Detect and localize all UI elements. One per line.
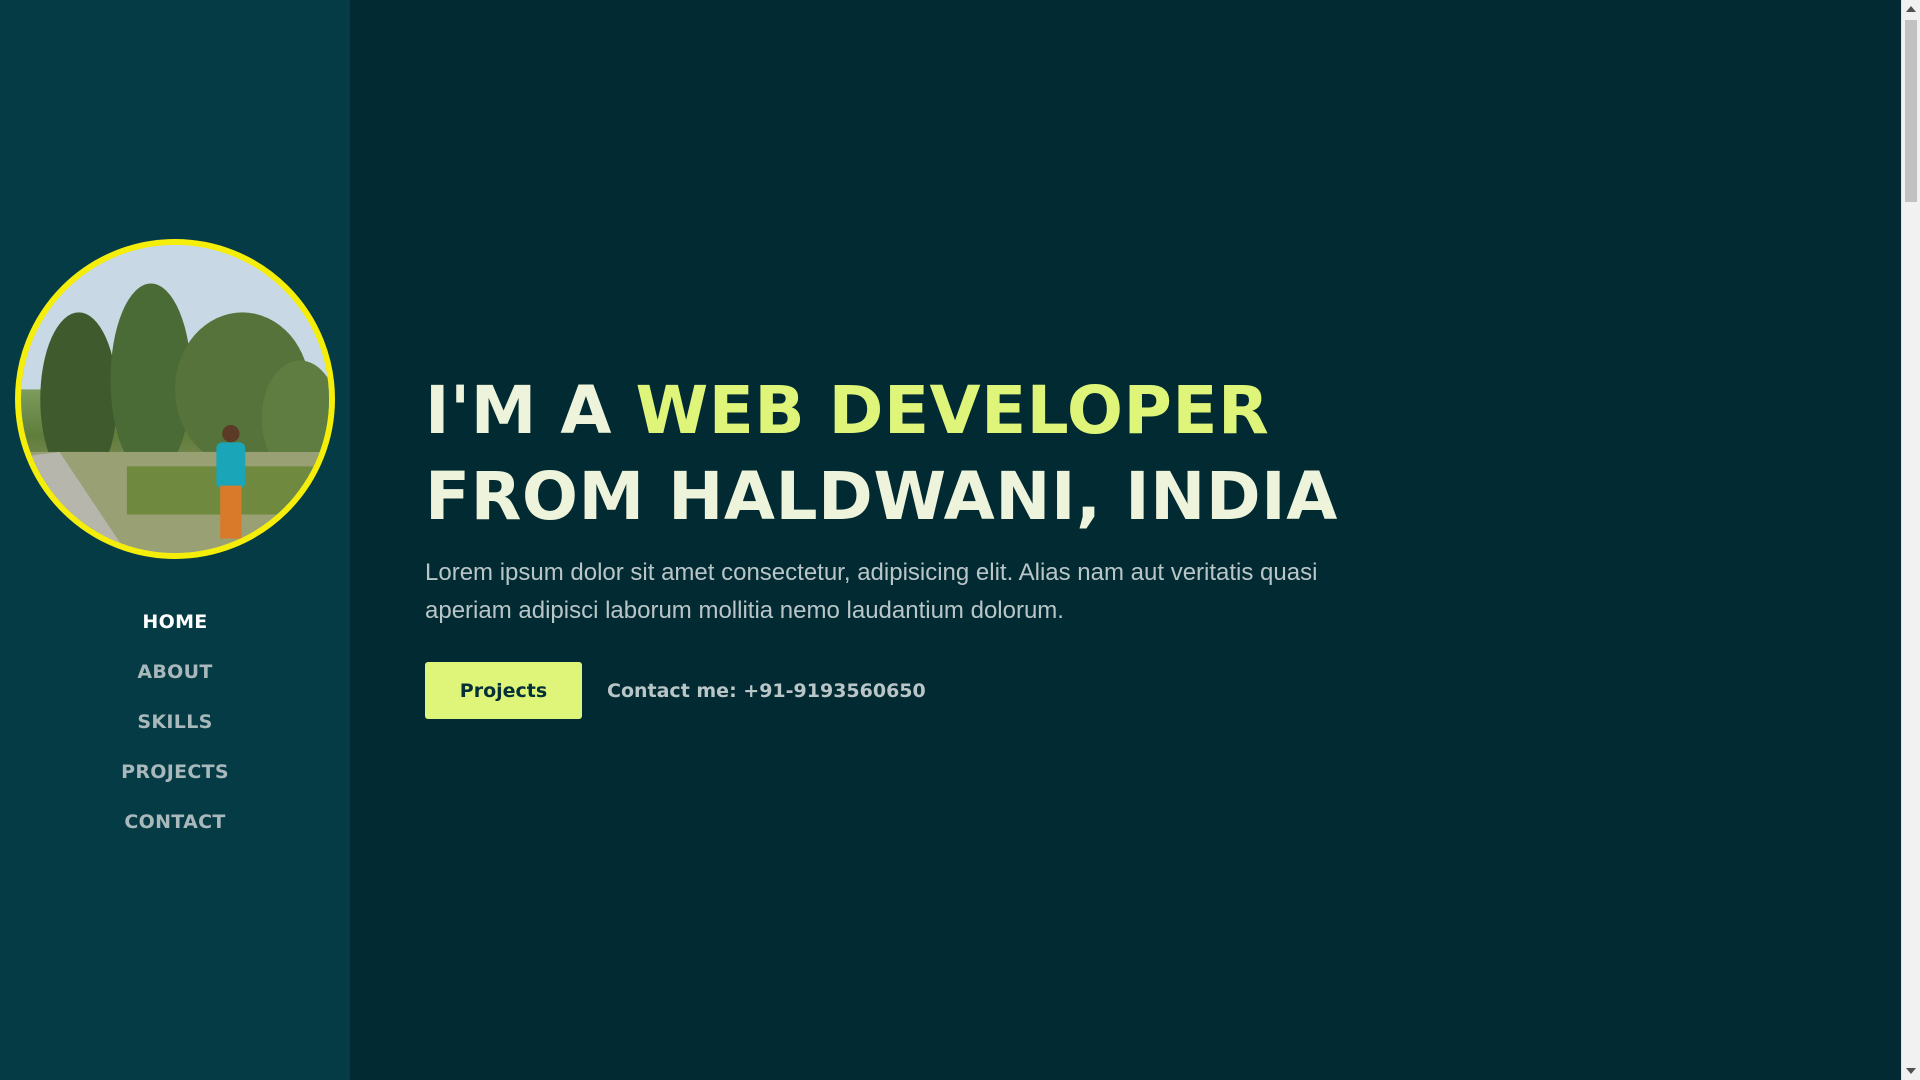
headline-accent: WEB DEVELOPER <box>635 372 1270 449</box>
nav-item-contact[interactable]: CONTACT <box>124 805 225 855</box>
hero-headline: I'M A WEB DEVELOPER FROM HALDWANI, INDIA <box>425 368 1425 540</box>
nav-item-about[interactable]: ABOUT <box>137 655 212 705</box>
main-content: I'M A WEB DEVELOPER FROM HALDWANI, INDIA … <box>350 0 1920 1080</box>
hero-description: Lorem ipsum dolor sit amet consectetur, … <box>425 559 1318 624</box>
avatar-photo <box>21 245 329 553</box>
headline-prefix: I'M A <box>425 372 636 449</box>
nav-item-skills[interactable]: SKILLS <box>137 705 212 755</box>
chevron-up-icon[interactable] <box>1906 6 1916 12</box>
projects-button[interactable]: Projects <box>425 662 582 719</box>
avatar <box>15 239 335 559</box>
sidebar: HOME ABOUT SKILLS PROJECTS CONTACT <box>0 0 350 1080</box>
chevron-down-icon[interactable] <box>1906 1068 1916 1074</box>
hero-actions: Projects Contact me: +91-9193560650 <box>425 662 1425 719</box>
vertical-scrollbar[interactable] <box>1901 0 1920 1080</box>
headline-line2: FROM HALDWANI, INDIA <box>425 458 1338 535</box>
contact-info: Contact me: +91-9193560650 <box>607 679 926 702</box>
nav-item-home[interactable]: HOME <box>142 605 207 655</box>
nav-item-projects[interactable]: PROJECTS <box>121 755 229 805</box>
scrollbar-thumb[interactable] <box>1905 20 1917 202</box>
sidebar-nav: HOME ABOUT SKILLS PROJECTS CONTACT <box>0 605 350 855</box>
hero-section: I'M A WEB DEVELOPER FROM HALDWANI, INDIA … <box>425 368 1425 719</box>
page: HOME ABOUT SKILLS PROJECTS CONTACT I'M A… <box>0 0 1920 1080</box>
